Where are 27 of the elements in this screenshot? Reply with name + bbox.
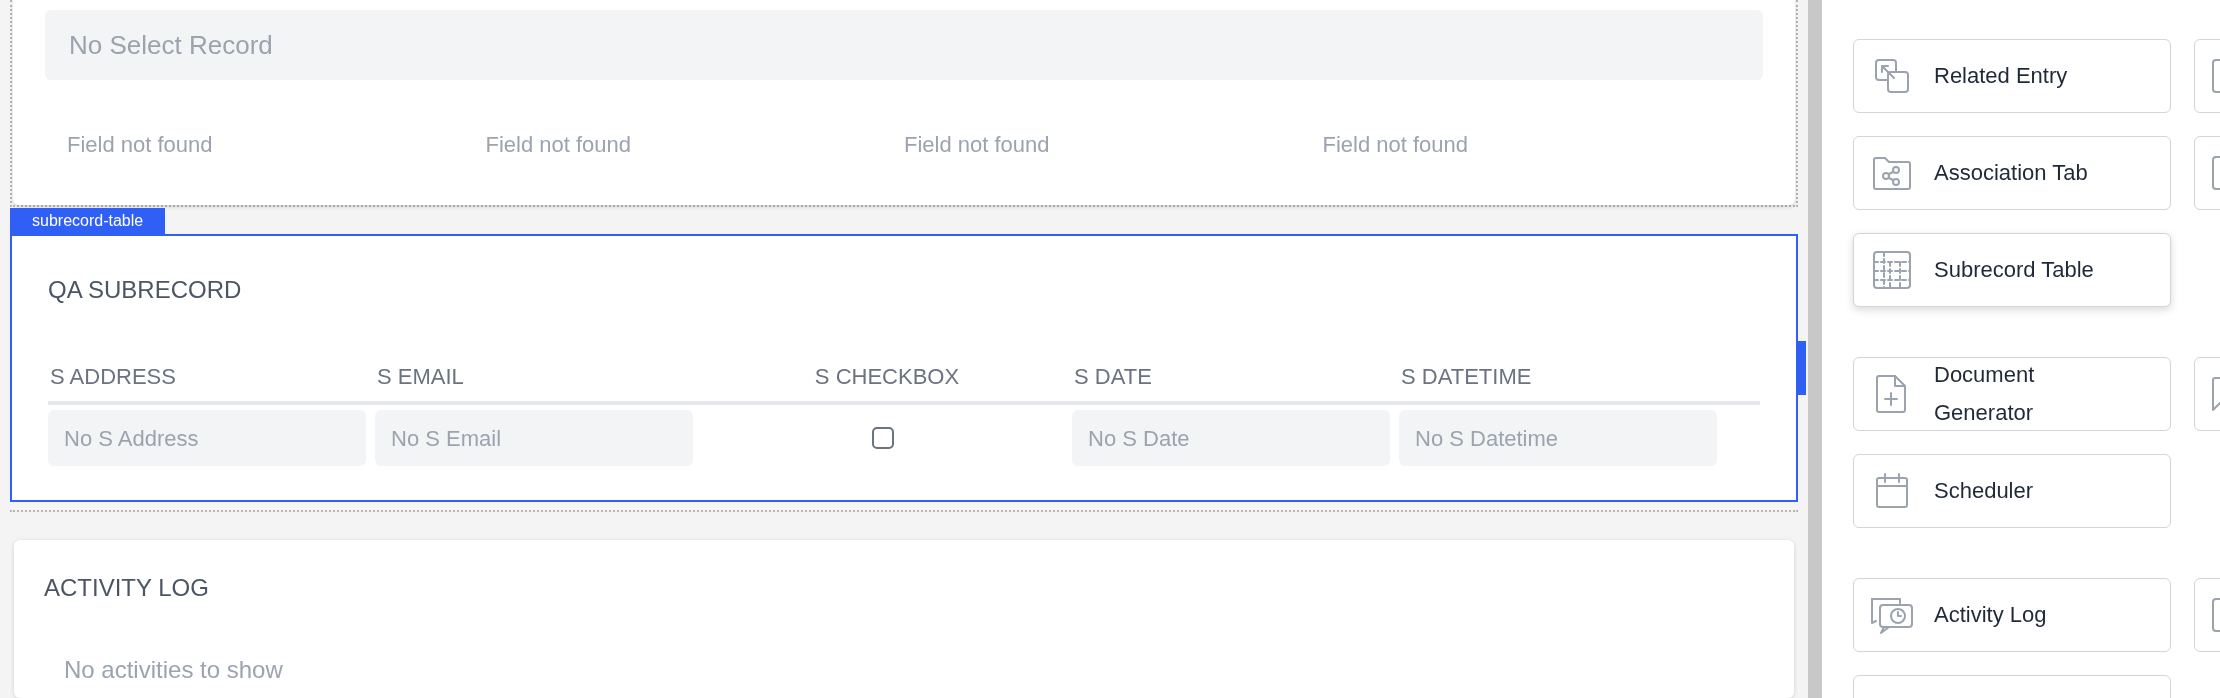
- calendar-icon: [1875, 473, 1909, 509]
- field-message: Field not found: [67, 131, 214, 159]
- component-button[interactable]: Document Generator: [1853, 357, 2171, 431]
- field-message: Field not found: [1322, 131, 1470, 159]
- component-tag: subrecord-table: [10, 208, 166, 234]
- empty-message: No activities to show: [63, 655, 284, 685]
- table-icon: [1872, 250, 1912, 290]
- component-button[interactable]: Related Entry: [1853, 39, 2171, 113]
- document-plus-icon: [1875, 374, 1909, 414]
- field-message: Field not found: [485, 131, 633, 159]
- column-header: S DATETIME: [1400, 363, 1533, 391]
- component-button[interactable]: Activity Log: [1853, 578, 2171, 652]
- field-message: Field not found: [904, 131, 1051, 159]
- component-button[interactable]: Association Tab: [1853, 136, 2171, 210]
- checkbox[interactable]: [871, 427, 894, 449]
- shared-folder-icon: [1872, 155, 1912, 191]
- component-button[interactable]: Scheduler: [1853, 454, 2171, 528]
- column-header: S ADDRESS: [49, 363, 177, 391]
- column-header: S CHECKBOX: [813, 363, 961, 391]
- column-header: S DATE: [1073, 363, 1153, 391]
- chat-clock-icon: [1870, 595, 1914, 635]
- linked-squares-icon: [1874, 58, 1910, 94]
- column-header: S EMAIL: [376, 363, 465, 391]
- section-title: ACTIVITY LOG: [44, 573, 210, 603]
- resize-handle[interactable]: [1796, 341, 1806, 395]
- section-title: QA SUBRECORD: [48, 275, 243, 305]
- component-button[interactable]: Subrecord Table: [1853, 233, 2171, 307]
